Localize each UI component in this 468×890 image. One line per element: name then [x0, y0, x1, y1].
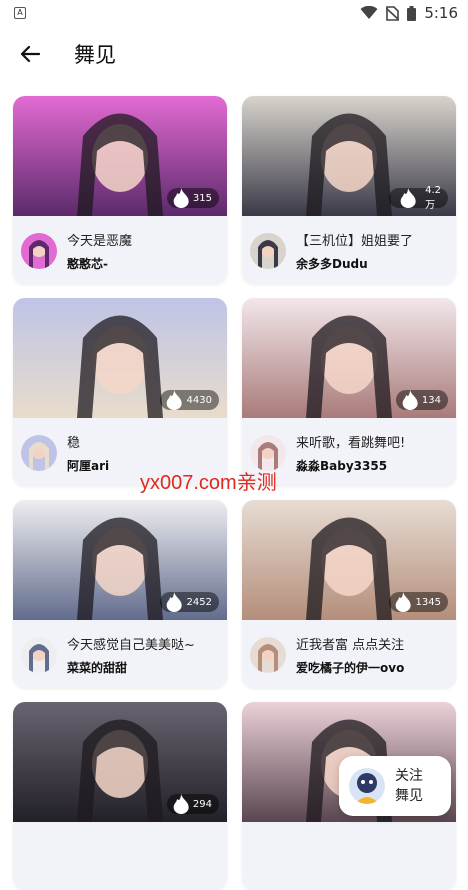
video-caption: 今天感觉自己美美哒~ — [67, 638, 195, 653]
video-card[interactable]: 4.2万【三机位】姐姐要了 余多多Dudu — [242, 96, 456, 284]
watermark-text: yx007.com亲测 — [140, 472, 277, 494]
view-count: 4.2万 — [388, 185, 448, 211]
author-name: 爱吃橘子的伊一ovo — [296, 661, 405, 675]
notification-icon: A — [14, 7, 26, 19]
page-title: 舞见 — [74, 43, 116, 67]
author-name: 菜菜的甜甜 — [67, 661, 128, 675]
author-avatar[interactable] — [21, 637, 57, 673]
video-thumbnail: 4.2万 — [242, 96, 456, 216]
video-caption: 【三机位】姐姐要了 — [296, 234, 414, 249]
view-count: 2452 — [160, 592, 219, 612]
flame-icon — [173, 794, 189, 814]
follow-button[interactable]: 关注 舞见 — [339, 756, 451, 816]
video-card[interactable]: 1345 近我者富 点点关注 爱吃橘子的伊一ovo — [242, 500, 456, 688]
view-count: 315 — [166, 188, 219, 208]
author-name: 余多多Dudu — [296, 257, 368, 271]
video-caption: 今天是恶魔 — [67, 234, 133, 249]
view-count-value: 4430 — [186, 394, 212, 406]
app-bar: 舞见 — [0, 28, 468, 80]
view-count: 134 — [395, 390, 448, 410]
view-count: 4430 — [160, 390, 219, 410]
status-time: 5:16 — [424, 4, 458, 22]
view-count-value: 294 — [192, 798, 212, 810]
video-caption: 近我者富 点点关注 — [296, 638, 405, 653]
flame-icon — [166, 390, 182, 410]
flame-icon — [400, 188, 416, 208]
video-card[interactable]: 315 今天是恶魔憨憨芯- — [13, 96, 227, 284]
flame-icon — [173, 188, 189, 208]
author-name: 憨憨芯- — [67, 257, 108, 271]
video-thumbnail: 134 — [242, 298, 456, 418]
follow-avatar — [349, 768, 385, 804]
view-count: 1345 — [389, 592, 448, 612]
video-card[interactable]: 4430 稳阿厘ari — [13, 298, 227, 486]
author-avatar[interactable] — [21, 435, 57, 471]
arrow-left-icon — [20, 45, 40, 63]
author-avatar[interactable] — [21, 233, 57, 269]
view-count: 294 — [166, 794, 219, 814]
status-bar: A 5:16 — [0, 0, 468, 26]
view-count-value: 1345 — [415, 596, 441, 608]
author-avatar[interactable] — [250, 233, 286, 269]
flame-icon — [395, 592, 411, 612]
video-caption: 稳 — [67, 436, 81, 451]
view-count-value: 2452 — [186, 596, 212, 608]
wifi-icon — [360, 6, 378, 19]
view-count-value: 134 — [421, 394, 441, 406]
video-thumbnail: 294 — [13, 702, 227, 822]
video-thumbnail: 4430 — [13, 298, 227, 418]
video-card[interactable]: 294 — [13, 702, 227, 890]
author-name: 阿厘ari — [67, 459, 110, 473]
view-count-value: 4.2万 — [425, 185, 441, 211]
battery-icon — [407, 5, 417, 21]
author-name: 淼淼Baby3355 — [296, 459, 388, 473]
video-thumbnail: 1345 — [242, 500, 456, 620]
video-card[interactable]: 134 来听歌，看跳舞吧! 淼淼Baby3355 — [242, 298, 456, 486]
view-count-value: 315 — [192, 192, 212, 204]
flame-icon — [166, 592, 182, 612]
back-button[interactable] — [0, 28, 60, 80]
flame-icon — [402, 390, 418, 410]
author-avatar[interactable] — [250, 637, 286, 673]
video-thumbnail: 2452 — [13, 500, 227, 620]
follow-channel-label: 舞见 — [395, 788, 423, 804]
no-sim-icon — [386, 5, 400, 21]
video-caption: 来听歌，看跳舞吧! — [296, 436, 406, 451]
video-card[interactable]: 2452 今天感觉自己美美哒~ 菜菜的甜甜 — [13, 500, 227, 688]
follow-label: 关注 — [395, 768, 423, 784]
video-thumbnail: 315 — [13, 96, 227, 216]
